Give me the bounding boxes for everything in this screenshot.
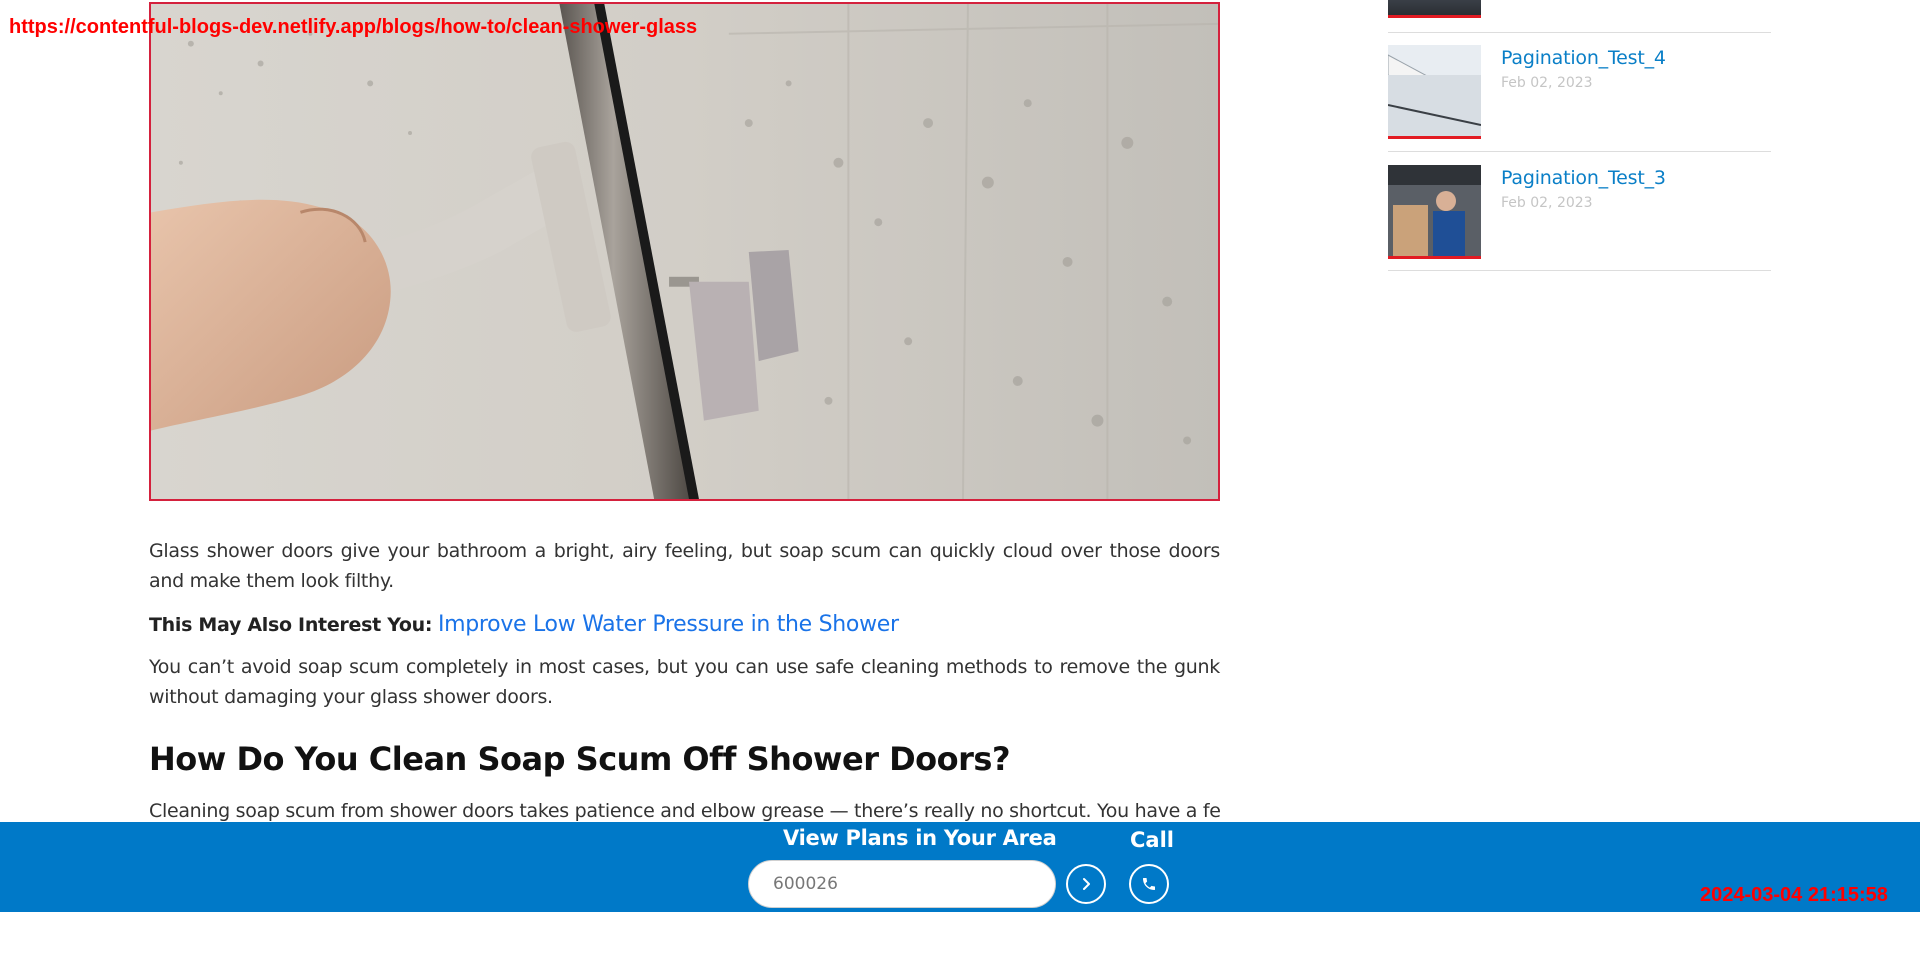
post-thumbnail-partial[interactable] xyxy=(1388,0,1481,18)
hero-image xyxy=(149,2,1220,501)
article-paragraph-2: You can’t avoid soap scum completely in … xyxy=(149,656,1220,708)
related-article-label: This May Also Interest You: xyxy=(149,614,433,636)
post-thumbnail[interactable] xyxy=(1388,45,1481,139)
article-paragraph-intro: Glass shower doors give your bathroom a … xyxy=(149,540,1220,592)
call-label: Call xyxy=(1130,828,1174,852)
sidebar-post-item[interactable]: Pagination_Test_4 Feb 02, 2023 xyxy=(1388,45,1771,139)
house-eave-thumbnail-image xyxy=(1388,45,1481,136)
view-plans-go-button[interactable] xyxy=(1066,864,1106,904)
technician-thumbnail-image xyxy=(1388,165,1481,256)
zip-code-input[interactable] xyxy=(748,860,1056,908)
sidebar-post-title[interactable]: Pagination_Test_4 xyxy=(1501,47,1666,69)
section-heading: How Do You Clean Soap Scum Off Shower Do… xyxy=(149,740,1011,778)
call-button[interactable] xyxy=(1129,864,1169,904)
sidebar-post-date: Feb 02, 2023 xyxy=(1501,75,1593,91)
post-thumbnail[interactable] xyxy=(1388,165,1481,259)
related-article-callout: This May Also Interest You: Improve Low … xyxy=(149,610,1220,640)
sidebar-divider xyxy=(1388,270,1771,271)
hero-illustration xyxy=(151,4,1218,499)
chevron-right-icon xyxy=(1083,878,1090,890)
phone-icon xyxy=(1143,878,1155,890)
sidebar-divider xyxy=(1388,32,1771,33)
capture-timestamp: 2024-03-04 21:15:58 xyxy=(1700,884,1888,906)
page-url-overlay: https://contentful-blogs-dev.netlify.app… xyxy=(9,16,698,38)
view-plans-title: View Plans in Your Area xyxy=(783,826,1057,850)
sidebar-post-title[interactable]: Pagination_Test_3 xyxy=(1501,167,1666,189)
sidebar-post-item[interactable]: Pagination_Test_3 Feb 02, 2023 xyxy=(1388,165,1771,259)
related-article-link[interactable]: Improve Low Water Pressure in the Shower xyxy=(438,612,899,637)
sidebar-divider xyxy=(1388,151,1771,152)
sidebar-post-date: Feb 02, 2023 xyxy=(1501,195,1593,211)
view-plans-bar: View Plans in Your Area Call xyxy=(0,822,1920,912)
